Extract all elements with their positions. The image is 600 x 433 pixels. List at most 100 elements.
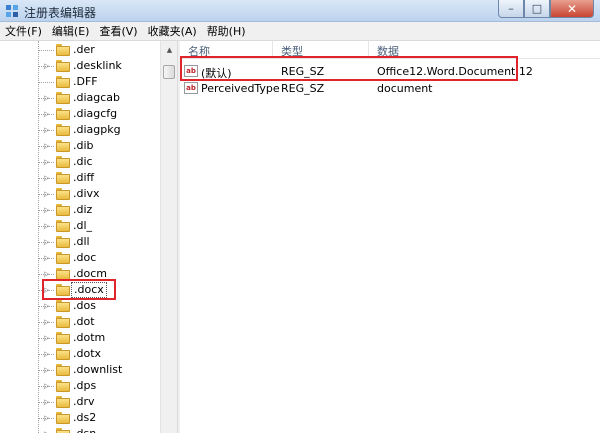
folder-icon [56, 332, 70, 344]
folder-icon [56, 300, 70, 312]
menu-help[interactable]: 帮助(H) [202, 22, 251, 41]
folder-icon [56, 76, 70, 88]
tree-scrollbar[interactable]: ▲ [160, 41, 177, 433]
default-value-highlight [180, 56, 518, 81]
tree-item-label: .dsn [73, 427, 96, 433]
tree-item-label: .dotm [73, 331, 106, 344]
tree-item-label: .dps [73, 379, 97, 392]
tree-item[interactable]: ▷ .diagcfg [0, 106, 160, 122]
folder-icon [56, 44, 70, 56]
maximize-button[interactable]: □ [524, 0, 550, 18]
tree-item-label: .dll [73, 235, 90, 248]
tree-item[interactable]: ▷ .dot [0, 314, 160, 330]
expand-arrow-icon[interactable]: ▷ [44, 302, 49, 310]
expand-arrow-icon[interactable]: ▷ [44, 238, 49, 246]
tree-item[interactable]: ▷ .desklink [0, 58, 160, 74]
tree-item[interactable]: ▷ .dl_ [0, 218, 160, 234]
window-title: 注册表编辑器 [24, 6, 97, 20]
folder-icon [56, 108, 70, 120]
tree-item[interactable]: ▷ .dos [0, 298, 160, 314]
folder-icon [56, 380, 70, 392]
tree-item[interactable]: .DFF [0, 74, 160, 90]
expand-arrow-icon[interactable]: ▷ [44, 206, 49, 214]
expand-arrow-icon[interactable]: ▷ [44, 174, 49, 182]
tree-item[interactable]: ▷ .dotm [0, 330, 160, 346]
tree-item-label: .divx [73, 187, 100, 200]
expand-arrow-icon[interactable]: ▷ [44, 382, 49, 390]
tree-item[interactable]: ▷ .dps [0, 378, 160, 394]
menu-favorites[interactable]: 收藏夹(A) [143, 22, 202, 41]
tree-item[interactable]: ▷ .divx [0, 186, 160, 202]
tree-item-label: .diz [73, 203, 93, 216]
tree-item[interactable]: ▷ .diagpkg [0, 122, 160, 138]
folder-icon [56, 204, 70, 216]
expand-arrow-icon[interactable]: ▷ [44, 158, 49, 166]
expand-arrow-icon[interactable]: ▷ [44, 110, 49, 118]
expand-arrow-icon[interactable]: ▷ [44, 334, 49, 342]
tree-item[interactable]: ▷ .ds2 [0, 410, 160, 426]
expand-arrow-icon[interactable]: ▷ [44, 318, 49, 326]
folder-icon [56, 140, 70, 152]
scroll-thumb[interactable] [163, 65, 175, 79]
folder-icon [56, 92, 70, 104]
expand-arrow-icon[interactable]: ▷ [44, 350, 49, 358]
registry-key-tree[interactable]: .der ▷ .desklink .DFF ▷ .diagcab ▷ .diagcfg ▷ .di… [0, 41, 160, 433]
tree-item-label: .dl_ [73, 219, 93, 232]
menu-view[interactable]: 查看(V) [94, 22, 142, 41]
expand-arrow-icon[interactable]: ▷ [44, 94, 49, 102]
folder-icon [56, 188, 70, 200]
expand-arrow-icon[interactable]: ▷ [44, 254, 49, 262]
tree-item-label: .ds2 [73, 411, 97, 424]
tree-item[interactable]: ▷.dsn [0, 426, 160, 433]
folder-icon [56, 124, 70, 136]
folder-icon [56, 316, 70, 328]
tree-item[interactable]: ▷ .diz [0, 202, 160, 218]
value-type: REG_SZ [281, 82, 325, 95]
tree-item-label: .diagpkg [73, 123, 121, 136]
tree-item[interactable]: ▷ .dll [0, 234, 160, 250]
folder-icon [56, 172, 70, 184]
title-bar: 注册表编辑器 – □ ✕ [0, 0, 600, 22]
tree-item-label: .dib [73, 139, 94, 152]
expand-arrow-icon[interactable]: ▷ [44, 142, 49, 150]
expand-arrow-icon[interactable]: ▷ [44, 366, 49, 374]
tree-item[interactable]: ▷ .doc [0, 250, 160, 266]
expand-arrow-icon[interactable]: ▷ [44, 222, 49, 230]
menu-edit[interactable]: 编辑(E) [47, 22, 95, 41]
scroll-up-arrow-icon[interactable]: ▲ [161, 41, 178, 58]
folder-icon [56, 428, 70, 433]
window-controls: – □ ✕ [498, 0, 594, 19]
tree-item-label: .diff [73, 171, 95, 184]
registry-editor-icon [6, 5, 18, 17]
value-data: document [377, 82, 433, 95]
tree-item[interactable]: ▷ .drv [0, 394, 160, 410]
tree-item[interactable]: ▷ .dotx [0, 346, 160, 362]
tree-item-label: .desklink [73, 59, 122, 72]
expand-arrow-icon[interactable]: ▷ [44, 126, 49, 134]
folder-icon [56, 364, 70, 376]
expand-arrow-icon[interactable]: ▷ [44, 414, 49, 422]
expand-arrow-icon[interactable]: ▷ [44, 270, 49, 278]
tree-item-label: .drv [73, 395, 95, 408]
menu-file[interactable]: 文件(F) [0, 22, 47, 41]
tree-item[interactable]: ▷ .dic [0, 154, 160, 170]
tree-item-label: .der [73, 43, 95, 56]
tree-item[interactable]: ▷ .diff [0, 170, 160, 186]
tree-item[interactable]: .der [0, 42, 160, 58]
tree-item[interactable]: ▷ .downlist [0, 362, 160, 378]
tree-item[interactable]: ▷ .diagcab [0, 90, 160, 106]
selected-key-highlight [42, 279, 116, 300]
folder-icon [56, 156, 70, 168]
folder-icon [56, 236, 70, 248]
tree-item[interactable]: ▷ .dib [0, 138, 160, 154]
close-button[interactable]: ✕ [550, 0, 594, 18]
expand-arrow-icon[interactable]: ▷ [44, 398, 49, 406]
menu-bar: 文件(F) 编辑(E) 查看(V) 收藏夹(A) 帮助(H) [0, 22, 600, 41]
expand-arrow-icon[interactable]: ▷ [44, 190, 49, 198]
folder-icon [56, 60, 70, 72]
value-name: PerceivedType [201, 82, 280, 95]
tree-item-label: .dot [73, 315, 95, 328]
value-row-perceivedtype[interactable]: ab PerceivedType REG_SZ document [180, 80, 600, 97]
expand-arrow-icon[interactable]: ▷ [44, 62, 49, 70]
minimize-button[interactable]: – [498, 0, 524, 18]
